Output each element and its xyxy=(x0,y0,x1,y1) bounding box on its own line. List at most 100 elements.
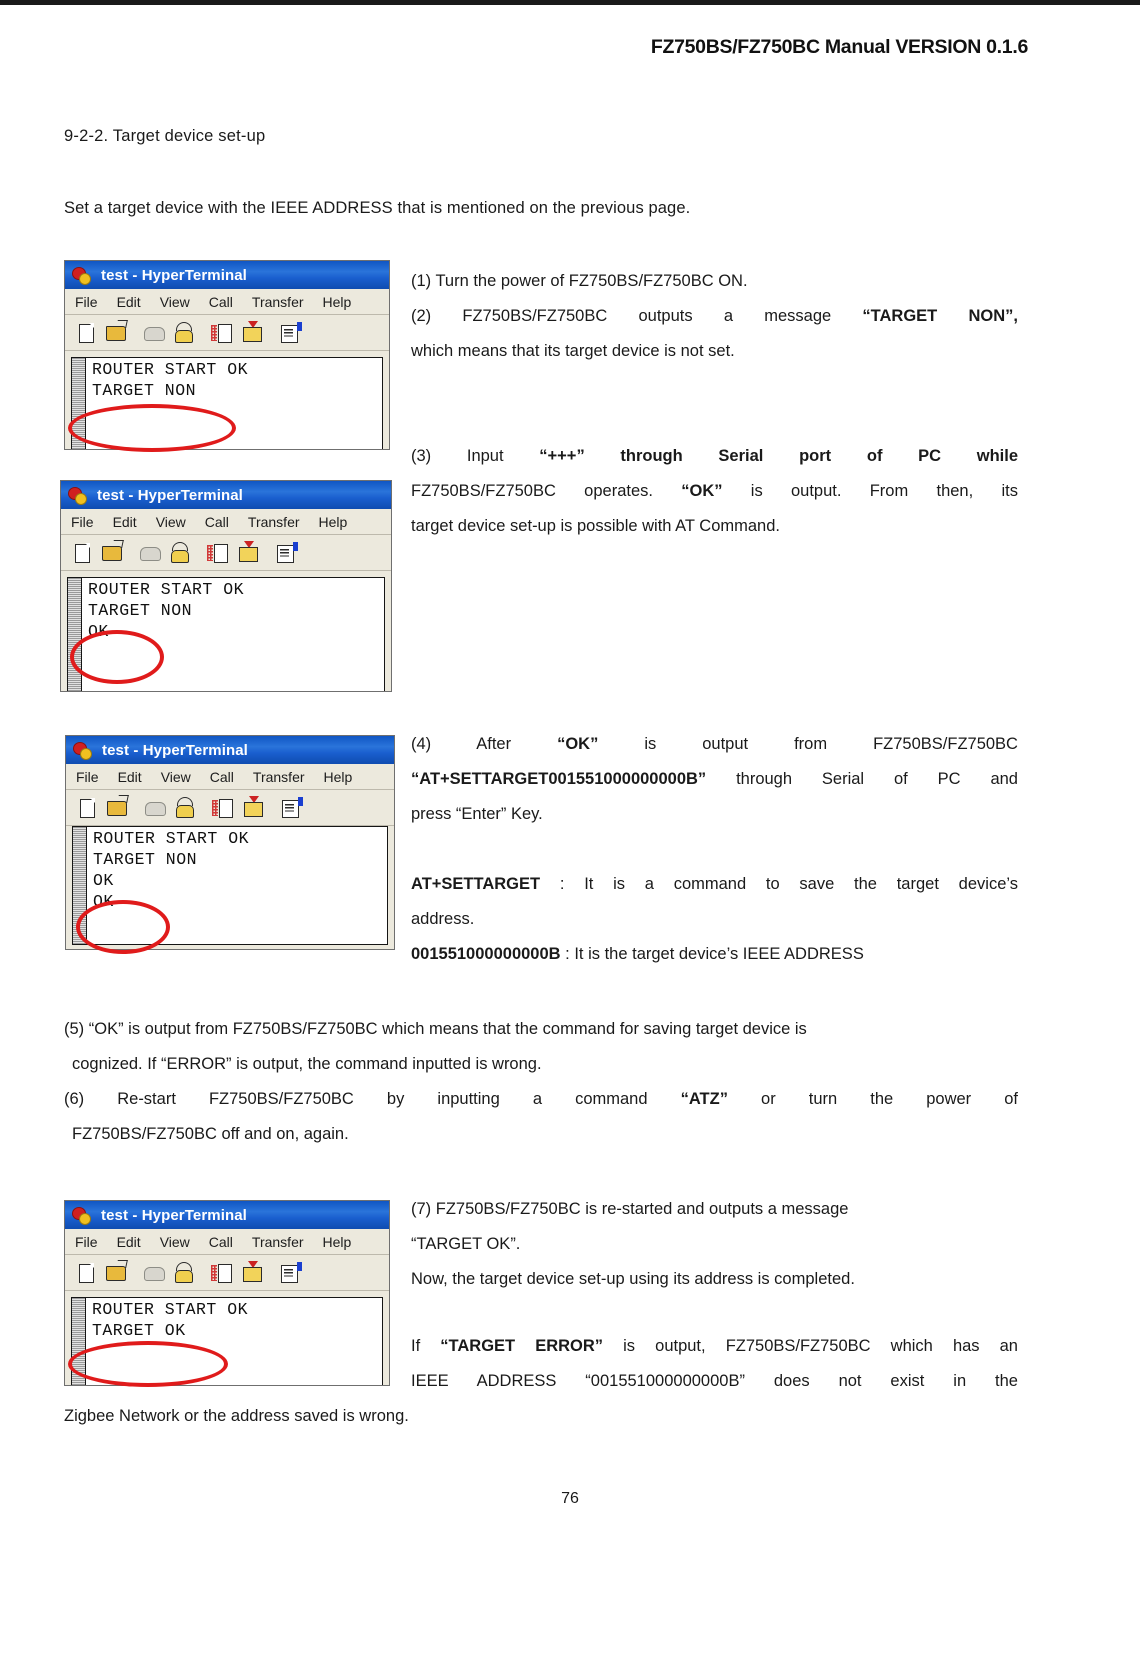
send-file-icon[interactable] xyxy=(236,540,260,565)
menu-transfer[interactable]: Transfer xyxy=(253,769,305,785)
error-note-line-3: Zigbee Network or the address saved is w… xyxy=(64,1407,409,1425)
step-6-block: (6) Re-start FZ750BS/FZ750BC by inputtin… xyxy=(64,1082,1018,1152)
new-connection-icon[interactable] xyxy=(74,1261,98,1285)
hyperterminal-window-2[interactable]: test - HyperTerminal File Edit View Call… xyxy=(60,480,392,692)
open-folder-icon[interactable] xyxy=(100,539,124,565)
step-7-line-3: Now, the target device set-up using its … xyxy=(411,1270,855,1288)
manual-page: FZ750BS/FZ750BC Manual VERSION 0.1.6 9-2… xyxy=(0,0,1140,1654)
step-3-line-1: (3) Input “+++” through Serial port of P… xyxy=(411,447,1019,465)
terminal-client-area: ROUTER START OK TARGET NON xyxy=(65,351,389,449)
properties-icon[interactable] xyxy=(278,321,302,345)
toolbar[interactable] xyxy=(65,315,389,351)
menu-view[interactable]: View xyxy=(161,769,191,785)
document-header: FZ750BS/FZ750BC Manual VERSION 0.1.6 xyxy=(650,36,1028,58)
terminal-output: ROUTER START OK TARGET NON OK xyxy=(82,578,384,691)
terminal-client-area: ROUTER START OK TARGET OK xyxy=(65,1291,389,1385)
connect-phone-icon[interactable] xyxy=(172,1261,196,1285)
connect-phone-icon[interactable] xyxy=(172,321,196,345)
menu-file[interactable]: File xyxy=(71,514,94,530)
menu-transfer[interactable]: Transfer xyxy=(252,1234,304,1250)
terminal-screen[interactable]: ROUTER START OK TARGET NON OK OK xyxy=(72,826,388,945)
menu-help[interactable]: Help xyxy=(323,294,352,310)
menu-view[interactable]: View xyxy=(156,514,186,530)
page-number: 76 xyxy=(561,1490,579,1507)
properties-icon[interactable] xyxy=(279,796,303,820)
hyperterminal-window-4[interactable]: test - HyperTerminal File Edit View Call… xyxy=(64,1200,390,1386)
menu-help[interactable]: Help xyxy=(323,1234,352,1250)
menu-edit[interactable]: Edit xyxy=(113,514,137,530)
receive-file-icon[interactable] xyxy=(210,321,234,345)
menu-edit[interactable]: Edit xyxy=(117,294,141,310)
error-note-block: If “TARGET ERROR” is output, FZ750BS/FZ7… xyxy=(411,1329,1018,1399)
menu-transfer[interactable]: Transfer xyxy=(248,514,300,530)
menu-call[interactable]: Call xyxy=(205,514,229,530)
toolbar[interactable] xyxy=(61,535,391,571)
menu-call[interactable]: Call xyxy=(209,1234,233,1250)
titlebar[interactable]: test - HyperTerminal xyxy=(65,261,389,289)
menu-edit[interactable]: Edit xyxy=(117,1234,141,1250)
menu-edit[interactable]: Edit xyxy=(118,769,142,785)
section-title: 9-2-2. Target device set-up xyxy=(64,127,266,145)
terminal-screen[interactable]: ROUTER START OK TARGET OK xyxy=(71,1297,383,1385)
receive-file-icon[interactable] xyxy=(206,541,230,565)
menu-file[interactable]: File xyxy=(75,294,98,310)
terminal-line: OK xyxy=(93,892,114,911)
error-note-line-1: If “TARGET ERROR” is output, FZ750BS/FZ7… xyxy=(411,1337,1018,1355)
send-file-icon[interactable] xyxy=(241,795,265,820)
new-connection-icon[interactable] xyxy=(70,541,94,565)
toolbar[interactable] xyxy=(66,790,394,826)
menu-view[interactable]: View xyxy=(160,1234,190,1250)
menu-help[interactable]: Help xyxy=(319,514,348,530)
menu-view[interactable]: View xyxy=(160,294,190,310)
hyperterminal-app-icon xyxy=(72,266,92,285)
properties-icon[interactable] xyxy=(278,1261,302,1285)
terminal-line: TARGET OK xyxy=(92,1321,186,1340)
connect-phone-icon[interactable] xyxy=(173,796,197,820)
disconnect-phone-icon[interactable] xyxy=(143,796,167,820)
terminal-line: OK xyxy=(88,622,109,641)
disconnect-phone-icon[interactable] xyxy=(138,541,162,565)
open-folder-icon[interactable] xyxy=(104,1259,128,1285)
new-connection-icon[interactable] xyxy=(74,321,98,345)
menubar[interactable]: File Edit View Call Transfer Help xyxy=(65,1229,389,1255)
open-folder-icon[interactable] xyxy=(104,319,128,345)
receive-file-icon[interactable] xyxy=(210,1261,234,1285)
open-folder-icon[interactable] xyxy=(105,794,129,820)
connect-phone-icon[interactable] xyxy=(168,541,192,565)
menu-help[interactable]: Help xyxy=(324,769,353,785)
titlebar[interactable]: test - HyperTerminal xyxy=(65,1201,389,1229)
disconnect-phone-icon[interactable] xyxy=(142,1261,166,1285)
menu-transfer[interactable]: Transfer xyxy=(252,294,304,310)
terminal-screen[interactable]: ROUTER START OK TARGET NON OK xyxy=(67,577,385,691)
hyperterminal-window-1[interactable]: test - HyperTerminal File Edit View Call… xyxy=(64,260,390,450)
menubar[interactable]: File Edit View Call Transfer Help xyxy=(65,289,389,315)
terminal-gutter xyxy=(73,827,87,944)
step-2-line-2: which means that its target device is no… xyxy=(411,342,735,360)
receive-file-icon[interactable] xyxy=(211,796,235,820)
step-5-line-1: (5) “OK” is output from FZ750BS/FZ750BC … xyxy=(64,1020,807,1038)
toolbar[interactable] xyxy=(65,1255,389,1291)
terminal-line: TARGET NON xyxy=(93,850,198,869)
hyperterminal-window-3[interactable]: test - HyperTerminal File Edit View Call… xyxy=(65,735,395,950)
terminal-screen[interactable]: ROUTER START OK TARGET NON xyxy=(71,357,383,449)
menu-call[interactable]: Call xyxy=(210,769,234,785)
menubar[interactable]: File Edit View Call Transfer Help xyxy=(61,509,391,535)
disconnect-phone-icon[interactable] xyxy=(142,321,166,345)
step-2-line-1: (2) FZ750BS/FZ750BC outputs a message “T… xyxy=(411,307,1018,325)
menu-file[interactable]: File xyxy=(76,769,99,785)
error-note-tail: Zigbee Network or the address saved is w… xyxy=(64,1399,1018,1434)
terminal-line: OK xyxy=(93,871,114,890)
new-connection-icon[interactable] xyxy=(75,796,99,820)
terminal-output: ROUTER START OK TARGET NON OK OK xyxy=(87,827,387,944)
send-file-icon[interactable] xyxy=(240,1260,264,1285)
menu-call[interactable]: Call xyxy=(209,294,233,310)
menu-file[interactable]: File xyxy=(75,1234,98,1250)
menubar[interactable]: File Edit View Call Transfer Help xyxy=(66,764,394,790)
terminal-client-area: ROUTER START OK TARGET NON OK OK xyxy=(66,826,394,949)
properties-icon[interactable] xyxy=(274,541,298,565)
send-file-icon[interactable] xyxy=(240,320,264,345)
terminal-output: ROUTER START OK TARGET OK xyxy=(86,1298,382,1385)
titlebar[interactable]: test - HyperTerminal xyxy=(66,736,394,764)
titlebar[interactable]: test - HyperTerminal xyxy=(61,481,391,509)
